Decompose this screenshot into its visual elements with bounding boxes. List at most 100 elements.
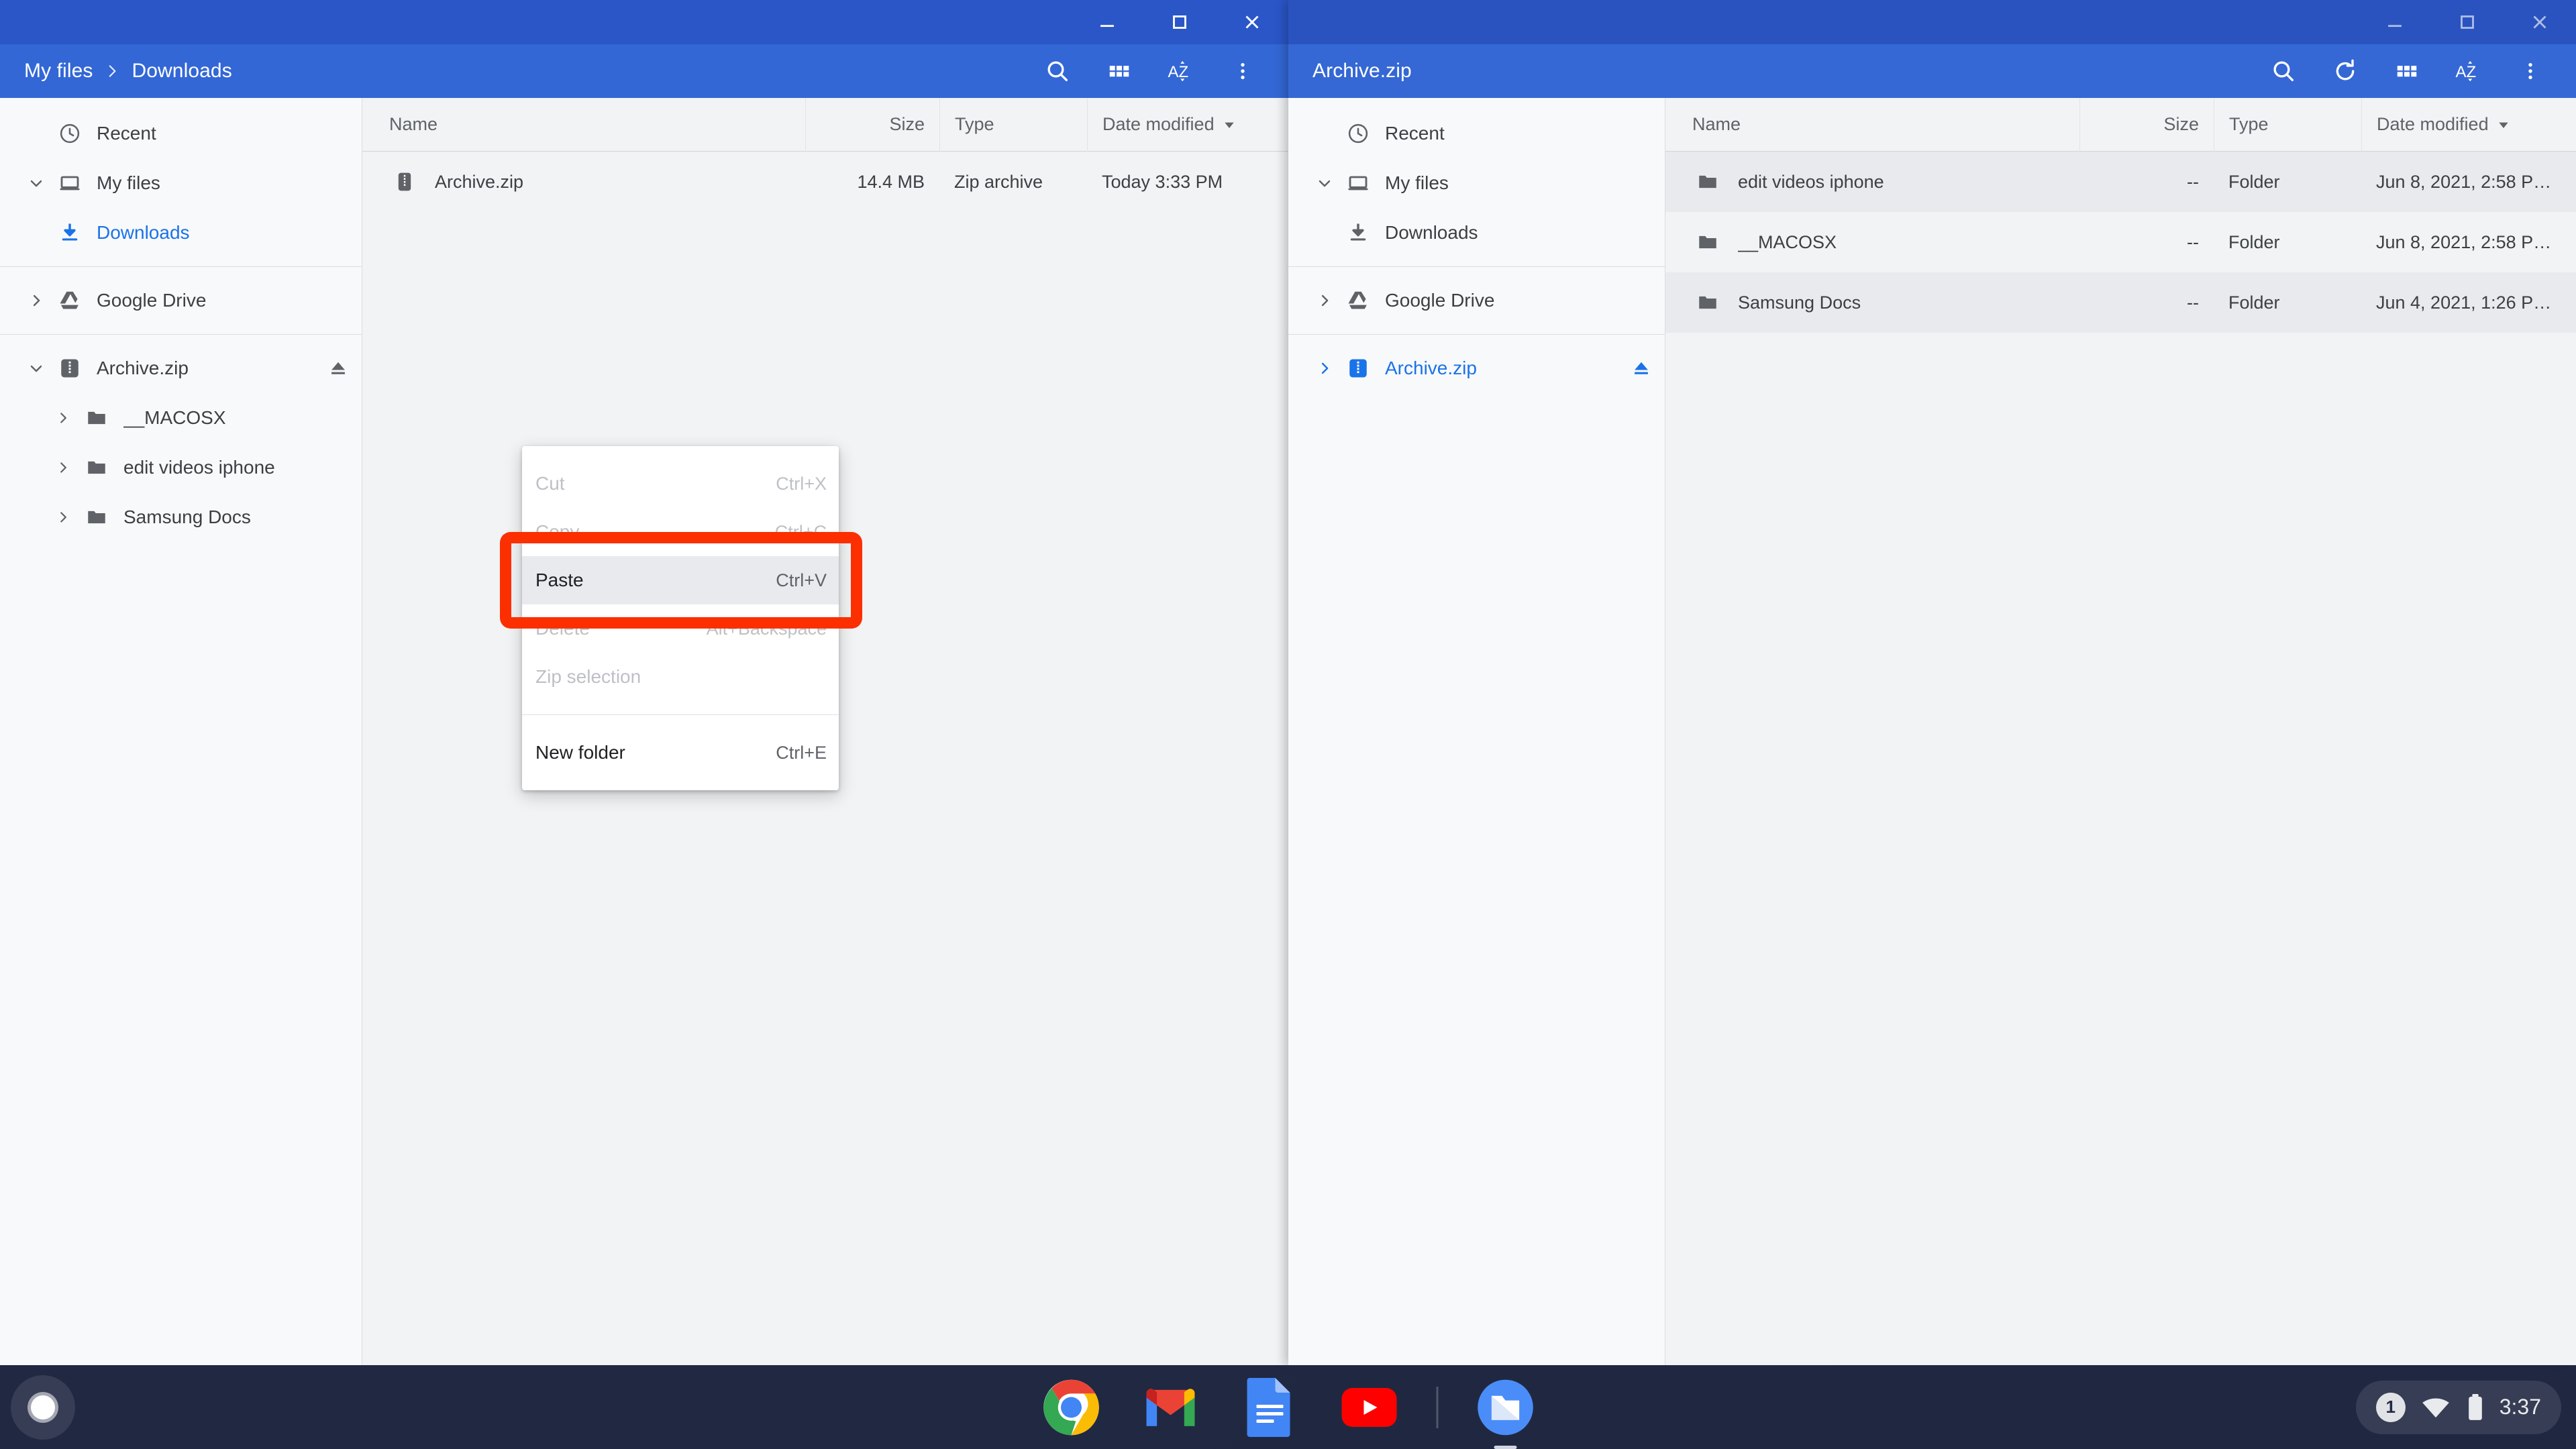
sidebar-item-google-drive[interactable]: Google Drive [0,276,362,325]
file-size: 14.4 MB [857,171,925,192]
breadcrumb-current[interactable]: Downloads [127,57,236,85]
shelf-item-youtube[interactable] [1337,1375,1401,1440]
eject-icon[interactable] [1630,357,1653,380]
file-size: -- [2187,231,2199,252]
left-toolbar-actions: AZ [1027,44,1274,98]
notification-badge[interactable]: 1 [2375,1392,2406,1422]
column-header-name[interactable]: Name [362,98,805,152]
table-row[interactable]: Archive.zip 14.4 MB Zip archive Today 3:… [362,152,1288,212]
sidebar-item-macosx[interactable]: __MACOSX [0,393,362,443]
shelf-item-files[interactable] [1473,1375,1537,1449]
shelf-item-google-docs[interactable] [1237,1375,1302,1440]
menu-item-shortcut: Alt+Backspace [706,618,827,639]
column-header-name[interactable]: Name [1665,98,2079,152]
sidebar-item-label: My files [97,172,160,193]
sidebar-item-archive-zip[interactable]: Archive.zip [1288,343,1665,393]
sidebar-item-label: Recent [1385,123,1445,144]
maximize-button[interactable] [2431,0,2504,44]
table-row[interactable]: __MACOSX -- Folder Jun 8, 2021, 2:58 P… [1665,212,2576,272]
file-name: Archive.zip [435,171,524,192]
chevron-down-icon[interactable] [1308,174,1341,193]
sidebar-item-my-files[interactable]: My files [1288,158,1665,208]
svg-text:AZ: AZ [1168,63,1189,81]
context-menu-item-new-folder[interactable]: New folder Ctrl+E [522,729,839,777]
close-button[interactable] [1216,0,1288,44]
svg-text:AZ: AZ [2456,63,2477,81]
column-header-type[interactable]: Type [939,97,1087,152]
context-menu-item-zip-selection[interactable]: Zip selection [522,653,839,701]
clock[interactable]: 3:37 [2500,1395,2541,1419]
file-name-cell: Archive.zip [362,152,805,212]
grid-view-icon[interactable] [2376,44,2438,98]
breadcrumb-root[interactable]: My files [20,57,97,85]
sidebar-item-downloads[interactable]: Downloads [1288,208,1665,258]
chevron-right-icon[interactable] [1308,359,1341,378]
battery-icon[interactable] [2466,1393,2485,1421]
sidebar-item-edit-videos-iphone[interactable]: edit videos iphone [0,443,362,492]
minimize-button[interactable] [1071,0,1143,44]
column-header-date-modified[interactable]: Date modified [2361,97,2576,152]
shelf-item-gmail[interactable] [1138,1375,1202,1440]
menu-item-label: New folder [535,742,625,763]
file-name-cell: edit videos iphone [1665,152,2079,212]
sidebar-item-my-files[interactable]: My files [0,158,362,208]
minimize-button[interactable] [2359,0,2431,44]
eject-icon[interactable] [327,357,350,380]
launcher-icon [31,1395,55,1419]
chevron-right-icon[interactable] [20,291,52,310]
sort-descending-icon [2497,118,2510,131]
system-tray[interactable]: 1 3:37 [2355,1380,2561,1434]
right-file-list: Name Size Type Date modified edit videos… [1665,97,2576,1365]
sidebar-item-google-drive[interactable]: Google Drive [1288,276,1665,325]
chevron-down-icon[interactable] [20,359,52,378]
shelf-item-chrome[interactable] [1039,1375,1103,1440]
maximize-button[interactable] [1143,0,1216,44]
left-window-titlebar[interactable] [0,0,1288,44]
right-toolbar: Archive.zip AZ [1288,44,2576,98]
right-sidebar: Recent My files Downloads Google Drive A… [1288,98,1665,1365]
context-menu-item-delete[interactable]: Delete Alt+Backspace [522,604,839,653]
sidebar-item-recent[interactable]: Recent [0,109,362,158]
right-window-titlebar[interactable] [1288,0,2576,44]
sort-az-icon[interactable]: AZ [1150,44,1212,98]
column-header-size[interactable]: Size [805,97,939,152]
sidebar-item-downloads[interactable]: Downloads [0,208,362,258]
grid-view-icon[interactable] [1088,44,1150,98]
chevron-right-icon[interactable] [47,508,79,526]
wifi-icon[interactable] [2420,1396,2451,1419]
more-vert-icon[interactable] [2500,44,2561,98]
folder-icon [1692,291,1723,314]
file-type: Folder [2228,292,2280,313]
search-icon[interactable] [2253,44,2314,98]
breadcrumb: My files Downloads [20,57,1027,85]
column-header-size[interactable]: Size [2079,97,2214,152]
gmail-icon [1146,1388,1194,1426]
search-icon[interactable] [1027,44,1088,98]
chevron-right-icon[interactable] [1308,291,1341,310]
chevron-right-icon[interactable] [47,459,79,476]
sort-az-icon[interactable]: AZ [2438,44,2500,98]
launcher-button[interactable] [11,1375,75,1440]
breadcrumb-current[interactable]: Archive.zip [1308,57,1416,85]
sidebar-item-samsung-docs[interactable]: Samsung Docs [0,492,362,542]
menu-item-label: Zip selection [535,666,641,687]
file-date-modified: Jun 4, 2021, 1:26 P… [2376,292,2552,313]
context-menu-item-cut[interactable]: Cut Ctrl+X [522,460,839,508]
table-row[interactable]: edit videos iphone -- Folder Jun 8, 2021… [1665,152,2576,212]
context-menu-item-copy[interactable]: Copy Ctrl+C [522,508,839,556]
close-button[interactable] [2504,0,2576,44]
refresh-icon[interactable] [2314,44,2376,98]
table-row[interactable]: Samsung Docs -- Folder Jun 4, 2021, 1:26… [1665,272,2576,333]
chevron-down-icon[interactable] [20,174,52,193]
sidebar-item-archive-zip[interactable]: Archive.zip [0,343,362,393]
sidebar-item-label: Google Drive [1385,290,1495,311]
sidebar-item-recent[interactable]: Recent [1288,109,1665,158]
sidebar-divider [1288,334,1665,335]
file-type: Zip archive [954,171,1043,192]
right-list-header: Name Size Type Date modified [1665,97,2576,152]
chevron-right-icon[interactable] [47,409,79,427]
context-menu-item-paste[interactable]: Paste Ctrl+V [522,556,839,604]
more-vert-icon[interactable] [1212,44,1274,98]
column-header-type[interactable]: Type [2214,97,2361,152]
column-header-date-modified[interactable]: Date modified [1087,97,1288,152]
